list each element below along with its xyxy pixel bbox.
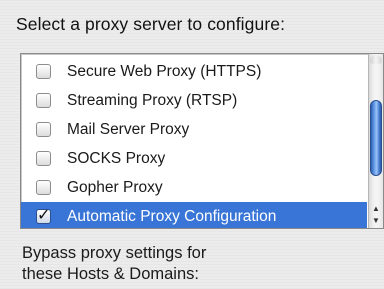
gopher-proxy-checkbox[interactable]	[36, 180, 51, 195]
automatic-proxy-checkbox[interactable]: ✓	[36, 208, 51, 224]
bypass-label-line-2: these Hosts & Domains:	[22, 265, 199, 283]
proxy-rows: Secure Web Proxy (HTTPS) Streaming Proxy…	[21, 57, 367, 228]
scroll-up-arrow-icon[interactable]: ▲	[369, 203, 383, 215]
secure-web-proxy-label: Secure Web Proxy (HTTPS)	[67, 62, 262, 80]
proxy-list-heading: Select a proxy server to configure:	[16, 14, 286, 34]
proxy-row-secure-web[interactable]: Secure Web Proxy (HTTPS)	[21, 57, 367, 86]
mail-server-proxy-label: Mail Server Proxy	[67, 120, 190, 138]
proxy-server-list[interactable]: Secure Web Proxy (HTTPS) Streaming Proxy…	[20, 53, 384, 229]
gopher-proxy-label: Gopher Proxy	[67, 178, 163, 196]
bypass-label: Bypass proxy settings for these Hosts & …	[22, 243, 206, 285]
proxy-row-mail-server[interactable]: Mail Server Proxy	[21, 115, 367, 144]
mail-server-proxy-checkbox[interactable]	[36, 122, 51, 137]
streaming-proxy-checkbox[interactable]	[36, 93, 51, 108]
streaming-proxy-label: Streaming Proxy (RTSP)	[67, 91, 238, 109]
secure-web-proxy-checkbox[interactable]	[36, 64, 51, 79]
automatic-proxy-label: Automatic Proxy Configuration	[67, 207, 277, 225]
proxy-row-streaming[interactable]: Streaming Proxy (RTSP)	[21, 86, 367, 115]
scrollbar-thumb[interactable]	[370, 100, 382, 176]
list-scrollbar[interactable]: ▲ ▼	[368, 54, 383, 228]
proxy-row-automatic[interactable]: ✓ Automatic Proxy Configuration	[21, 202, 367, 228]
proxy-row-gopher[interactable]: Gopher Proxy	[21, 173, 367, 202]
socks-proxy-checkbox[interactable]	[36, 151, 51, 166]
proxy-row-socks[interactable]: SOCKS Proxy	[21, 144, 367, 173]
bypass-label-line-1: Bypass proxy settings for	[22, 244, 207, 262]
scrollbar-top-cap	[370, 55, 382, 64]
socks-proxy-label: SOCKS Proxy	[67, 149, 166, 167]
scroll-down-arrow-icon[interactable]: ▼	[369, 215, 383, 227]
